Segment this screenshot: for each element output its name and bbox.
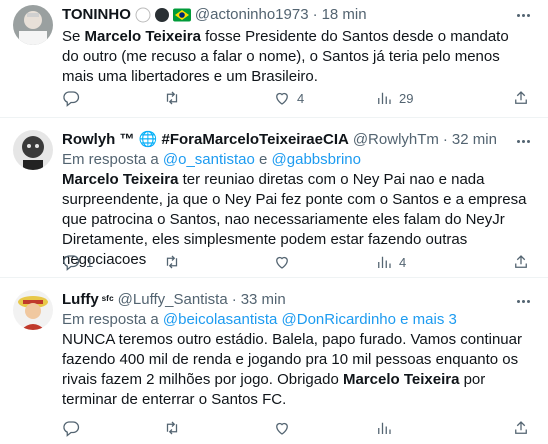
like-icon <box>276 92 288 105</box>
timestamp[interactable]: 18 min <box>322 5 367 25</box>
like-count: 4 <box>297 90 305 106</box>
reply-user-link[interactable]: @beicolasantista <box>163 311 277 328</box>
share-icon <box>515 255 527 268</box>
text-part-bold: Marcelo Teixeira <box>62 171 179 188</box>
reply-more-link[interactable]: e mais 3 <box>400 311 457 328</box>
user-handle[interactable]: @RowlyhTm <box>353 130 439 150</box>
action-bar <box>0 418 548 438</box>
user-handle[interactable]: @actoninho1973 <box>195 5 309 25</box>
reply-user-link[interactable]: @DonRicardinho <box>282 311 396 328</box>
views-icon <box>378 92 391 104</box>
reply-button[interactable] <box>62 418 86 438</box>
avatar[interactable] <box>13 290 53 330</box>
share-icon <box>515 91 527 104</box>
views-button[interactable] <box>375 418 399 438</box>
more-icon[interactable] <box>512 290 534 312</box>
retweet-button[interactable] <box>163 418 187 438</box>
share-button[interactable] <box>512 88 530 108</box>
share-icon <box>515 421 527 434</box>
view-count: 29 <box>399 90 414 106</box>
like-icon <box>276 422 288 435</box>
timestamp[interactable]: 33 min <box>241 290 286 310</box>
display-name[interactable]: Rowlyh ™ 🌐 #ForaMarceloTeixeiraeCIA <box>62 130 349 150</box>
reply-prefix: Em resposta a <box>62 311 163 328</box>
action-bar: 4 29 <box>0 88 548 108</box>
like-icon <box>276 256 288 269</box>
reply-user-link[interactable]: @o_santistao <box>163 151 255 168</box>
white-circle-icon <box>135 7 151 23</box>
retweet-icon <box>166 255 178 269</box>
display-name[interactable]: Luffy <box>62 290 99 310</box>
tweet[interactable]: TONINHO @actoninho1973 · 18 min Se Marce… <box>0 0 548 118</box>
tweet[interactable]: Luffy ˢᶠᶜ @Luffy_Santista · 33 min Em re… <box>0 278 548 444</box>
display-name[interactable]: TONINHO <box>62 5 131 25</box>
action-bar: 1 4 <box>0 252 548 272</box>
share-button[interactable] <box>512 418 530 438</box>
text-part-bold: Marcelo Teixeira <box>342 371 460 388</box>
retweet-button[interactable] <box>163 252 187 272</box>
separator-dot: · <box>312 6 318 23</box>
text-part: Se <box>62 28 85 45</box>
timestamp[interactable]: 32 min <box>452 130 497 150</box>
views-icon <box>378 256 391 268</box>
reply-prefix: Em resposta a <box>62 151 163 168</box>
more-icon[interactable] <box>512 130 534 152</box>
tweet-text: Se Marcelo Teixeira fosse Presidente do … <box>62 27 522 87</box>
like-button[interactable] <box>273 418 297 438</box>
reply-icon <box>63 255 80 271</box>
avatar[interactable] <box>13 130 53 170</box>
reply-button[interactable] <box>62 88 86 108</box>
user-handle[interactable]: @Luffy_Santista <box>118 290 228 310</box>
reply-icon <box>63 421 80 437</box>
reply-joiner: e <box>254 151 272 168</box>
reply-button[interactable]: 1 <box>62 252 93 272</box>
reply-count: 1 <box>86 254 94 270</box>
share-button[interactable] <box>512 252 530 272</box>
reply-user-link[interactable]: @gabbsbrino <box>272 151 361 168</box>
view-count: 4 <box>399 254 407 270</box>
avatar[interactable] <box>13 5 53 45</box>
more-icon[interactable] <box>512 4 534 26</box>
separator-dot: · <box>231 291 237 308</box>
retweet-icon <box>166 91 178 105</box>
display-name-suffix: ˢᶠᶜ <box>101 293 114 307</box>
tweet-header: Rowlyh ™ 🌐 #ForaMarceloTeixeiraeCIA @Row… <box>62 118 534 150</box>
tweet[interactable]: Rowlyh ™ 🌐 #ForaMarceloTeixeiraeCIA @Row… <box>0 118 548 278</box>
text-part-bold: Marcelo Teixeira <box>84 28 201 45</box>
tweet-text: NUNCA teremos outro estádio. Balela, pap… <box>62 330 532 410</box>
reply-context: Em resposta a @o_santistao e @gabbsbrino <box>62 150 534 170</box>
like-button[interactable]: 4 <box>273 88 304 108</box>
retweet-button[interactable] <box>163 88 187 108</box>
reply-context: Em resposta a @beicolasantista @DonRicar… <box>62 310 534 330</box>
tweet-header: Luffy ˢᶠᶜ @Luffy_Santista · 33 min <box>62 278 534 310</box>
like-button[interactable] <box>273 252 297 272</box>
views-button[interactable]: 29 <box>375 88 413 108</box>
emoji-badges <box>135 7 191 23</box>
reply-icon <box>63 91 80 107</box>
tweet-header: TONINHO @actoninho1973 · 18 min <box>62 0 534 25</box>
separator-dot: · <box>442 131 448 148</box>
retweet-icon <box>166 421 178 435</box>
views-icon <box>378 422 391 434</box>
black-circle-icon <box>154 8 169 22</box>
views-button[interactable]: 4 <box>375 252 406 272</box>
brazil-flag-icon <box>172 8 191 22</box>
